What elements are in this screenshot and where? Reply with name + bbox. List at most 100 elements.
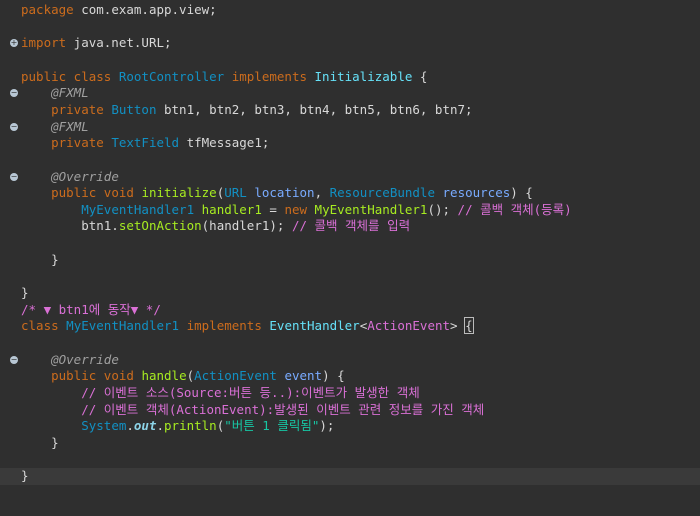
code-token: setOnAction <box>118 218 202 234</box>
code-text: package com.exam.app.view; <box>21 2 217 19</box>
code-token: System <box>81 418 127 434</box>
code-token: handle <box>141 368 187 384</box>
code-token: public void <box>51 368 134 384</box>
code-line[interactable]: 13public class RootController implements… <box>0 69 700 86</box>
code-token: > <box>450 318 466 334</box>
code-line[interactable]: 12 <box>0 52 700 69</box>
code-token: MyEventHandler1 <box>81 201 195 217</box>
code-line[interactable]: 22 btn1.setOnAction(handler1); // 콜백 객체를… <box>0 218 700 235</box>
code-token: com.exam.app.view; <box>73 2 217 17</box>
code-line[interactable]: 29 <box>0 335 700 352</box>
code-token: Initializable <box>314 68 413 84</box>
code-line[interactable]: 31 public void handle(ActionEvent event)… <box>0 368 700 385</box>
fold-collapse-icon[interactable]: − <box>10 355 18 364</box>
code-token: out <box>133 418 157 434</box>
code-token: ) { <box>322 368 345 384</box>
code-line[interactable]: 35 } <box>0 435 700 452</box>
code-token: ActionEvent <box>194 368 277 384</box>
code-text: System.out.println("버튼 1 클릭됨"); <box>21 418 334 435</box>
code-text: @FXML <box>21 119 89 136</box>
code-line[interactable]: 17 private TextField tfMessage1; <box>0 135 700 152</box>
code-token: "버튼 1 클릭됨" <box>224 418 320 434</box>
code-line[interactable]: 26} <box>0 285 700 302</box>
code-token: btn1. <box>21 218 119 234</box>
code-line[interactable]: 33 // 이벤트 객체(ActionEvent):발생된 이벤트 관련 정보를… <box>0 402 700 419</box>
code-token: public class <box>21 68 112 84</box>
code-token: event <box>284 368 323 384</box>
code-line[interactable]: 34 System.out.println("버튼 1 클릭됨"); <box>0 418 700 435</box>
code-text: } <box>21 252 59 269</box>
code-token: package <box>21 2 74 17</box>
code-token: // 콜백 객체(등록) <box>457 201 572 217</box>
code-text: } <box>21 435 59 452</box>
code-token: java.net.URL; <box>66 35 172 51</box>
fold-collapse-icon[interactable]: − <box>10 172 18 181</box>
code-line[interactable]: 14− @FXML <box>0 85 700 102</box>
code-line[interactable]: 37} <box>0 468 700 485</box>
fold-expand-icon[interactable]: + <box>10 39 18 48</box>
code-token: = <box>261 201 285 217</box>
code-line[interactable]: 25 <box>0 268 700 285</box>
code-text: // 이벤트 객체(ActionEvent):발생된 이벤트 관련 정보를 가진… <box>21 402 484 419</box>
code-text: @Override <box>21 352 119 369</box>
code-token: ( <box>186 368 195 384</box>
code-line[interactable]: 2 <box>0 19 700 36</box>
code-line[interactable]: 32 // 이벤트 소스(Source:버튼 등..):이벤트가 발생한 객체 <box>0 385 700 402</box>
code-token: } <box>21 285 29 301</box>
code-text: public class RootController implements I… <box>21 69 427 86</box>
code-line[interactable]: 27/* ▼ btn1에 동작▼ */ <box>0 302 700 319</box>
code-line[interactable]: 30− @Override <box>0 352 700 369</box>
fold-collapse-icon[interactable]: − <box>10 122 18 131</box>
code-line[interactable]: 16− @FXML <box>0 119 700 136</box>
code-token: private <box>51 135 104 151</box>
code-line[interactable]: 19− @Override <box>0 169 700 186</box>
code-text: btn1.setOnAction(handler1); // 콜백 객체를 입력 <box>21 218 410 235</box>
code-line[interactable]: 3+import java.net.URL; <box>0 35 700 52</box>
code-token: @Override <box>51 168 119 184</box>
code-line[interactable]: 1package com.exam.app.view; <box>0 2 700 19</box>
code-text: // 이벤트 소스(Source:버튼 등..):이벤트가 발생한 객체 <box>21 385 420 402</box>
code-token: btn1, btn2, btn3, btn4, btn5, btn6, btn7… <box>156 101 473 117</box>
code-token: ) { <box>510 185 533 201</box>
code-line[interactable]: 36 <box>0 452 700 469</box>
code-token: ); <box>319 418 335 434</box>
code-text: @Override <box>21 169 119 186</box>
code-line[interactable]: 21 MyEventHandler1 handler1 = new MyEven… <box>0 202 700 219</box>
fold-collapse-icon[interactable]: − <box>10 89 18 98</box>
code-editor[interactable]: 1package com.exam.app.view;23+import jav… <box>0 0 700 516</box>
code-token: implements <box>231 68 307 84</box>
code-text: public void handle(ActionEvent event) { <box>21 368 345 385</box>
code-line[interactable]: 20 public void initialize(URL location, … <box>0 185 700 202</box>
code-token: import <box>21 35 67 51</box>
code-line[interactable]: 18 <box>0 152 700 169</box>
code-line[interactable]: 24 } <box>0 252 700 269</box>
code-token: RootController <box>118 68 225 84</box>
code-token: tfMessage1; <box>179 135 270 151</box>
code-line[interactable]: 23 <box>0 235 700 252</box>
code-token: @FXML <box>51 85 89 101</box>
code-text: class MyEventHandler1 implements EventHa… <box>21 317 474 335</box>
code-line[interactable]: 15 private Button btn1, btn2, btn3, btn4… <box>0 102 700 119</box>
code-token: implements <box>186 318 262 334</box>
code-line[interactable]: 28class MyEventHandler1 implements Event… <box>0 317 700 335</box>
code-token: /* ▼ btn1에 동작▼ */ <box>21 301 161 317</box>
code-token: private <box>51 101 104 117</box>
code-token: EventHandler <box>269 318 360 334</box>
code-token: } <box>21 251 59 267</box>
code-token: @Override <box>51 351 119 367</box>
code-text: } <box>21 285 29 302</box>
